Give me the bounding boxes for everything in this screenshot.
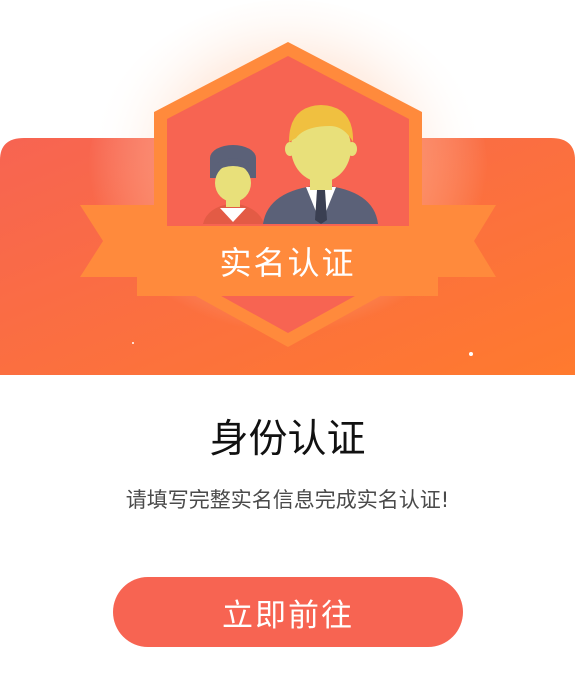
go-now-button[interactable]: 立即前往 bbox=[113, 577, 463, 647]
identity-verification-page: 实名认证 身份认证 请填写完整实名信息完成实名认证! 立即前往 bbox=[0, 0, 575, 696]
hero-banner: 实名认证 bbox=[0, 0, 575, 375]
page-subtitle: 请填写完整实名信息完成实名认证! bbox=[125, 488, 450, 512]
badge-label: 实名认证 bbox=[219, 244, 356, 282]
verification-badge-illustration bbox=[0, 0, 575, 375]
sparkle-dot bbox=[469, 352, 473, 356]
sparkle-dot bbox=[132, 342, 134, 344]
page-title: 身份认证 bbox=[209, 417, 366, 462]
